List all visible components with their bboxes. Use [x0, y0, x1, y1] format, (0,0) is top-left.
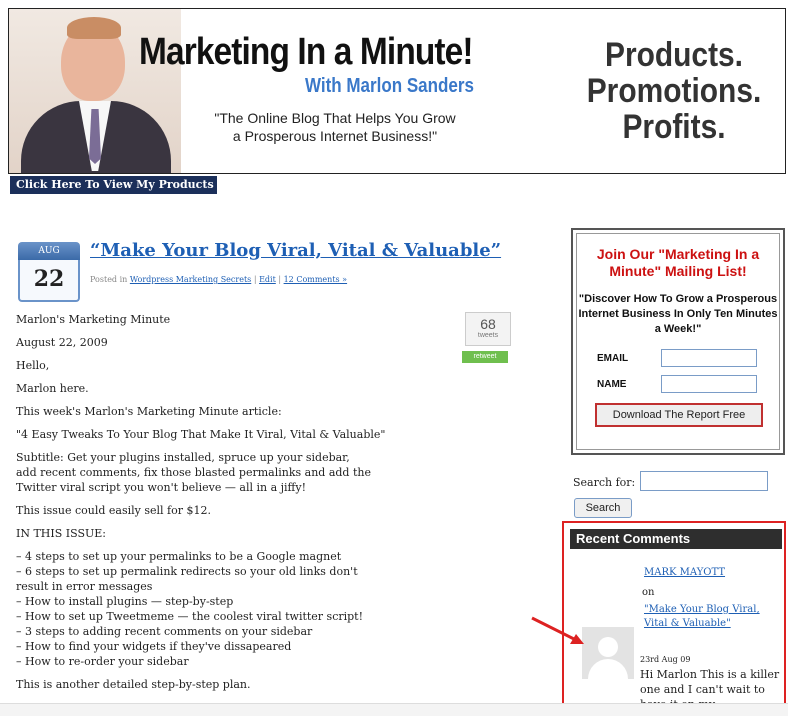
post-meta: Posted in Wordpress Marketing Secrets | …	[90, 275, 347, 284]
slogan-line-2: Promotions.	[586, 72, 762, 110]
post-content: Marlon's Marketing Minute August 22, 200…	[16, 312, 446, 700]
comment-author-link[interactable]: MARK MAYOTT	[644, 567, 725, 578]
tagline-line-2: a Prosperous Internet Business!"	[232, 128, 438, 144]
paragraph: This issue could easily sell for $12.	[16, 504, 211, 517]
paragraph: This week's Marlon's Marketing Minute ar…	[16, 405, 282, 418]
avatar	[582, 627, 634, 679]
comments-link[interactable]: 12 Comments »	[284, 275, 347, 284]
date-day: 22	[18, 260, 80, 302]
banner-slogan: Products. Promotions. Profits.	[586, 37, 762, 145]
search-button[interactable]: Search	[574, 498, 632, 518]
comment-excerpt: Hi Marlon This is a killer one and I can…	[640, 668, 780, 705]
meta-separator: |	[253, 275, 257, 284]
calendar-date-icon: AUG 22	[18, 242, 80, 304]
paragraph: Hello,	[16, 359, 50, 372]
comment-date: 23rd Aug 09	[640, 655, 691, 664]
comment-on-label: on	[642, 587, 655, 598]
recent-comments-heading: Recent Comments	[570, 529, 782, 549]
name-label: NAME	[597, 379, 627, 390]
retweet-button[interactable]: retweet	[462, 351, 508, 363]
name-field[interactable]	[661, 375, 757, 393]
slogan-line-1: Products.	[605, 36, 743, 74]
mailing-list-signup: Join Our "Marketing In a Minute" Mailing…	[571, 228, 785, 455]
meta-separator: |	[278, 275, 282, 284]
date-month: AUG	[18, 242, 80, 260]
tagline-line-1: "The Online Blog That Helps You Grow	[214, 110, 456, 126]
tweet-label: tweets	[477, 332, 499, 339]
tweet-count-box: 68 tweets	[465, 312, 511, 346]
paragraph: IN THIS ISSUE:	[16, 527, 107, 540]
paragraph: Subtitle: Get your plugins installed, sp…	[16, 451, 371, 494]
view-products-link[interactable]: Click Here To View My Products	[10, 176, 217, 194]
download-report-button[interactable]: Download The Report Free	[595, 403, 763, 427]
header-banner: Marketing In a Minute! With Marlon Sande…	[8, 8, 786, 174]
paragraph: Marlon's Marketing Minute	[16, 313, 171, 326]
post-title-link[interactable]: “Make Your Blog Viral, Vital & Valuable”	[90, 240, 501, 261]
signup-title: Join Our "Marketing In a Minute" Mailing…	[596, 246, 760, 279]
paragraph: Marlon here.	[16, 382, 89, 395]
site-subtitle: With Marlon Sanders	[305, 75, 474, 97]
category-link[interactable]: Wordpress Marketing Secrets	[130, 275, 251, 284]
recent-comments-widget: Recent Comments MARK MAYOTT on "Make You…	[562, 521, 786, 707]
signup-pitch: "Discover How To Grow a Prosperous Inter…	[578, 293, 778, 335]
email-field[interactable]	[661, 349, 757, 367]
paragraph: August 22, 2009	[16, 336, 108, 349]
window-bottom-edge	[0, 703, 788, 716]
search-input[interactable]	[640, 471, 768, 491]
tweet-count: 68	[480, 316, 496, 332]
site-title: Marketing In a Minute!	[139, 31, 474, 73]
issue-list: – 4 steps to set up your permalinks to b…	[16, 550, 364, 668]
email-label: EMAIL	[597, 353, 629, 364]
meta-prefix: Posted in	[90, 275, 128, 284]
paragraph: This is another detailed step-by-step pl…	[16, 678, 251, 691]
comment-post-link[interactable]: "Make Your Blog Viral, Vital & Valuable"	[644, 603, 784, 631]
site-tagline: "The Online Blog That Helps You Grow a P…	[185, 109, 485, 145]
red-arrow-icon	[531, 616, 584, 644]
search-label: Search for:	[573, 476, 636, 489]
paragraph: "4 Easy Tweaks To Your Blog That Make It…	[16, 428, 386, 441]
edit-link[interactable]: Edit	[259, 275, 276, 284]
slogan-line-3: Profits.	[622, 108, 726, 146]
